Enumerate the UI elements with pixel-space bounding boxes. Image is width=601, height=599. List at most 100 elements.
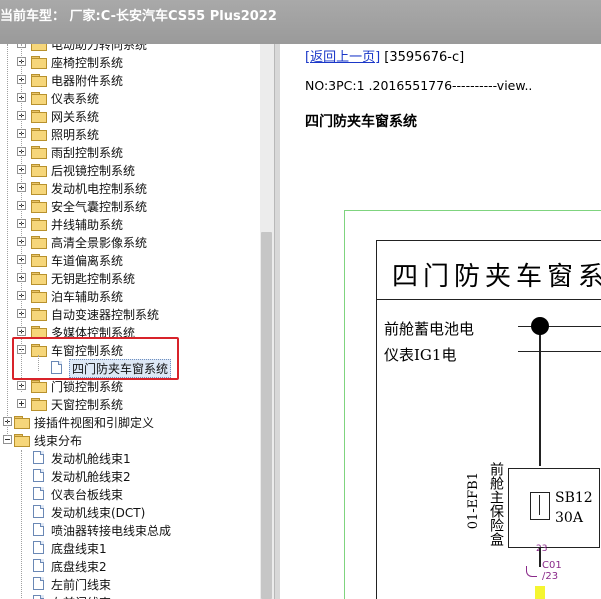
fuse-rating: 30A <box>555 510 583 526</box>
tree-doc-item[interactable]: 喷油器转接电线束总成 <box>0 521 260 539</box>
connector-pin: /23 <box>542 571 559 582</box>
fuse-box-id: 01-EFB1 <box>466 472 481 530</box>
folder-icon <box>31 380 47 393</box>
document-icon <box>33 505 44 518</box>
fuse-box <box>508 468 600 548</box>
tree-doc-item[interactable]: 发动机舱线束1 <box>0 449 260 467</box>
document-icon <box>33 559 44 572</box>
highlight-box <box>12 337 179 380</box>
doc-id: [3595676-c] <box>384 50 465 65</box>
tree-item-label: 底盘线束2 <box>51 560 107 574</box>
folder-icon <box>31 74 47 87</box>
tree-item-label: 仪表台板线束 <box>51 488 124 502</box>
tree-item-label: 线束分布 <box>34 434 83 448</box>
title-bar: 当前车型： 厂家:C-长安汽车CS55 Plus2022 <box>0 0 601 44</box>
tree-connector-line <box>7 44 8 436</box>
tree-folder-item[interactable]: 发动机电控制系统 <box>0 179 260 197</box>
navigation-tree[interactable]: 电动助力转向系统座椅控制系统 电器附件系统仪表系统网关系统照明系统雨刮控制系统 后视… <box>0 44 260 599</box>
document-icon <box>33 577 44 590</box>
document-icon <box>33 487 44 500</box>
tree-item-label: 喷油器转接电线束总成 <box>51 524 172 538</box>
document-icon <box>33 469 44 482</box>
tree-folder-item[interactable]: 泊车辅助系统 <box>0 287 260 305</box>
tree-item-label: 右前门线束 <box>51 594 111 599</box>
back-link[interactable]: [返回上一页] <box>305 50 380 65</box>
tree-item-label: 仪表系统 <box>51 92 100 106</box>
tree-folder-item[interactable]: 车道偏离系统 <box>0 251 260 269</box>
wire-lower <box>539 547 541 567</box>
folder-icon <box>14 416 30 429</box>
tree-folder-item[interactable]: 网关系统 <box>0 107 260 125</box>
tree-item-label: 安全气囊控制系统 <box>51 200 148 214</box>
tree-item-label: 并线辅助系统 <box>51 218 124 232</box>
tree-item-label: 发动机电控制系统 <box>51 182 148 196</box>
tree-item-label: 自动变速器控制系统 <box>51 308 160 322</box>
tree-folder-item[interactable]: 接插件视图和引脚定义 <box>0 413 260 431</box>
tree-doc-item[interactable]: 底盘线束2 <box>0 557 260 575</box>
tree-item-label: 接插件视图和引脚定义 <box>34 416 155 430</box>
tree-item-label: 照明系统 <box>51 128 100 142</box>
collapse-icon[interactable] <box>3 435 12 444</box>
folder-icon <box>31 272 47 285</box>
page-title: 四门防夹车窗系统 <box>305 114 417 130</box>
folder-icon <box>31 182 47 195</box>
fuse-icon <box>530 492 550 520</box>
tree-doc-item[interactable]: 发动机线束(DCT) <box>0 503 260 521</box>
tree-folder-item[interactable]: 电动助力转向系统 <box>0 44 260 53</box>
tree-item-label: 左前门线束 <box>51 578 112 592</box>
document-icon <box>33 523 44 536</box>
folder-icon <box>31 200 47 213</box>
folder-icon <box>31 146 47 159</box>
tree-folder-item[interactable]: 安全气囊控制系统 <box>0 197 260 215</box>
wire-vertical <box>539 326 541 466</box>
doc-number: NO:3PC:1 .2016551776----------view.. <box>305 78 533 93</box>
connector-label: C01 <box>542 560 562 571</box>
content-pane: [返回上一页] [3595676-c] NO:3PC:1 .2016551776… <box>280 44 601 599</box>
document-icon <box>33 595 44 599</box>
tree-doc-item[interactable]: 右前门线束 <box>0 593 260 599</box>
folder-icon <box>14 434 30 447</box>
tree-scrollbar[interactable] <box>260 44 274 599</box>
tree-folder-item[interactable]: 仪表系统 <box>0 89 260 107</box>
tree-folder-item[interactable]: 自动变速器控制系统 <box>0 305 260 323</box>
folder-icon <box>31 164 47 177</box>
tree-item-label: 门锁控制系统 <box>51 380 124 394</box>
tree-doc-item[interactable]: 底盘线束1 <box>0 539 260 557</box>
tree-folder-item[interactable]: 无钥匙控制系统 <box>0 269 260 287</box>
tree-doc-item[interactable]: 仪表台板线束 <box>0 485 260 503</box>
tree-folder-item[interactable]: 并线辅助系统 <box>0 215 260 233</box>
tree-folder-item[interactable]: 雨刮控制系统 <box>0 143 260 161</box>
folder-icon <box>31 308 47 321</box>
folder-icon <box>31 128 47 141</box>
tree-folder-item[interactable]: 座椅控制系统 <box>0 53 260 71</box>
scrollbar-thumb[interactable] <box>261 232 272 599</box>
tree-folder-item[interactable]: 电器附件系统 <box>0 71 260 89</box>
tree-doc-item[interactable]: 发动机舱线束2 <box>0 467 260 485</box>
tree-item-label: 发动机舱线束1 <box>51 452 131 466</box>
tree-folder-item[interactable]: 线束分布 <box>0 431 260 449</box>
junction-node <box>531 317 549 335</box>
folder-icon <box>31 218 47 231</box>
tree-doc-item[interactable]: 左前门线束 <box>0 575 260 593</box>
document-icon <box>33 451 44 464</box>
wire-ig1 <box>518 351 601 352</box>
tree-item-label: 发动机舱线束2 <box>51 470 131 484</box>
tree-item-label: 网关系统 <box>51 110 100 124</box>
folder-icon <box>31 110 47 123</box>
tree-item-label: 高清全景影像系统 <box>51 236 148 250</box>
fuse-pin: 23 <box>536 544 548 554</box>
diagram-title: 四门防夹车窗系 <box>392 262 601 292</box>
tree-item-label: 座椅控制系统 <box>51 56 124 70</box>
tree-item-label: 车道偏离系统 <box>51 254 124 268</box>
document-icon <box>33 541 44 554</box>
tree-connector-line <box>21 450 22 599</box>
tree-folder-item[interactable]: 照明系统 <box>0 125 260 143</box>
expand-icon[interactable] <box>17 399 26 408</box>
power-label-ig1: 仪表IG1电 <box>384 346 457 364</box>
tree-item-label: 底盘线束1 <box>51 542 107 556</box>
tree-item-label: 雨刮控制系统 <box>51 146 124 160</box>
tree-folder-item[interactable]: 天窗控制系统 <box>0 395 260 413</box>
tree-item-label: 电动助力转向系统 <box>51 44 148 52</box>
tree-folder-item[interactable]: 后视镜控制系统 <box>0 161 260 179</box>
tree-folder-item[interactable]: 高清全景影像系统 <box>0 233 260 251</box>
